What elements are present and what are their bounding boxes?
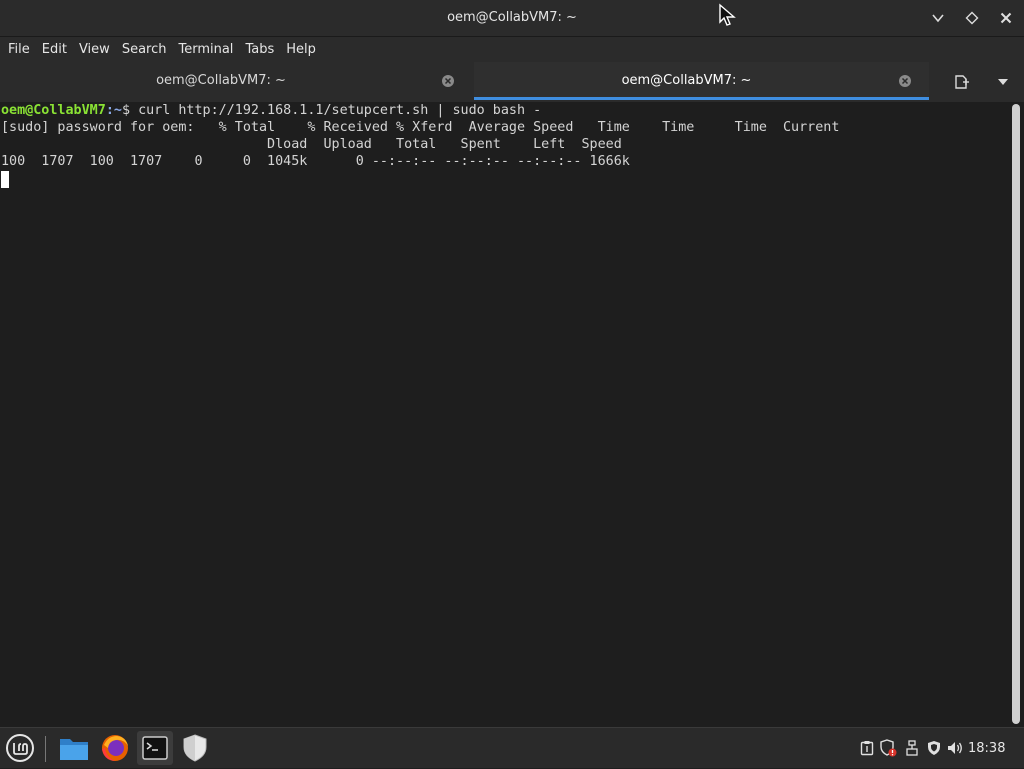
terminal-button[interactable]: [137, 731, 173, 765]
minimize-button[interactable]: [926, 6, 950, 30]
menu-bar: File Edit View Search Terminal Tabs Help: [0, 37, 1024, 62]
prompt-user: oem@CollabVM7: [1, 103, 106, 118]
menu-view[interactable]: View: [73, 37, 116, 62]
volume-tray[interactable]: [946, 738, 964, 758]
close-icon: [1000, 12, 1012, 24]
output-line: Dload Upload Total Spent Left Speed: [1, 137, 622, 152]
tab-label: oem@CollabVM7: ~: [621, 73, 752, 88]
chevron-down-icon: [932, 14, 944, 23]
caret-down-icon: [998, 79, 1008, 85]
command-text: curl http://192.168.1.1/setupcert.sh | s…: [138, 103, 542, 118]
menu-tabs[interactable]: Tabs: [239, 37, 280, 62]
tab-close-button[interactable]: [442, 75, 454, 87]
update-tray[interactable]: [879, 738, 897, 758]
close-icon: [901, 77, 909, 85]
clipboard-tray[interactable]: [858, 738, 876, 758]
prompt-symbol: $: [121, 103, 139, 118]
new-tab-button[interactable]: [948, 70, 974, 94]
prompt-path: :~: [105, 103, 122, 118]
output-line: [sudo] password for oem: % Total % Recei…: [1, 120, 840, 135]
text-cursor: [1, 171, 9, 188]
close-icon: [444, 77, 452, 85]
menu-edit[interactable]: Edit: [36, 37, 73, 62]
tab-label: oem@CollabVM7: ~: [156, 73, 286, 88]
title-bar[interactable]: oem@CollabVM7: ~: [0, 0, 1024, 37]
firefox-icon: [102, 735, 128, 761]
update-shield-icon: [880, 739, 897, 757]
taskbar-clock[interactable]: 18:38: [968, 728, 1005, 769]
menu-help[interactable]: Help: [280, 37, 322, 62]
output-line: 100 1707 100 1707 0 0 1045k 0 --:--:-- -…: [1, 154, 630, 169]
menu-file[interactable]: File: [2, 37, 36, 62]
network-tray[interactable]: [903, 738, 921, 758]
start-menu-button[interactable]: [2, 731, 38, 765]
clipboard-icon: [860, 741, 874, 756]
taskbar: 18:38: [0, 727, 1024, 768]
security-tray[interactable]: [925, 738, 943, 758]
diamond-icon: [965, 11, 979, 25]
tab-2[interactable]: oem@CollabVM7: ~: [474, 62, 929, 100]
command-line: oem@CollabVM7:~$ curl http://192.168.1.1…: [1, 102, 541, 119]
tab-1[interactable]: oem@CollabVM7: ~: [0, 62, 472, 100]
menu-terminal[interactable]: Terminal: [172, 37, 239, 62]
close-button[interactable]: [994, 6, 1018, 30]
window-title: oem@CollabVM7: ~: [447, 10, 577, 25]
mouse-pointer-icon: [719, 3, 736, 26]
scrollbar[interactable]: [1012, 104, 1020, 724]
menu-search[interactable]: Search: [116, 37, 173, 62]
files-icon: [60, 739, 88, 760]
tab-bar: oem@CollabVM7: ~ oem@CollabVM7: ~: [0, 62, 1024, 102]
tab-close-button[interactable]: [899, 75, 911, 87]
network-icon: [906, 740, 918, 756]
shield-icon: [183, 734, 207, 762]
terminal-window: oem@CollabVM7: ~ File Edit View Search T…: [0, 0, 1024, 727]
taskbar-separator: [45, 736, 46, 762]
firefox-button[interactable]: [97, 731, 133, 765]
volume-icon: [948, 742, 962, 754]
tab-menu-button[interactable]: [990, 70, 1016, 94]
security-app-button[interactable]: [177, 731, 213, 765]
security-icon: [928, 741, 940, 755]
maximize-button[interactable]: [960, 6, 984, 30]
menu-icon: [6, 734, 34, 762]
new-tab-icon: [955, 75, 969, 89]
files-button[interactable]: [56, 731, 92, 765]
terminal-output[interactable]: oem@CollabVM7:~$ curl http://192.168.1.1…: [0, 102, 1010, 727]
terminal-icon: [142, 736, 168, 760]
